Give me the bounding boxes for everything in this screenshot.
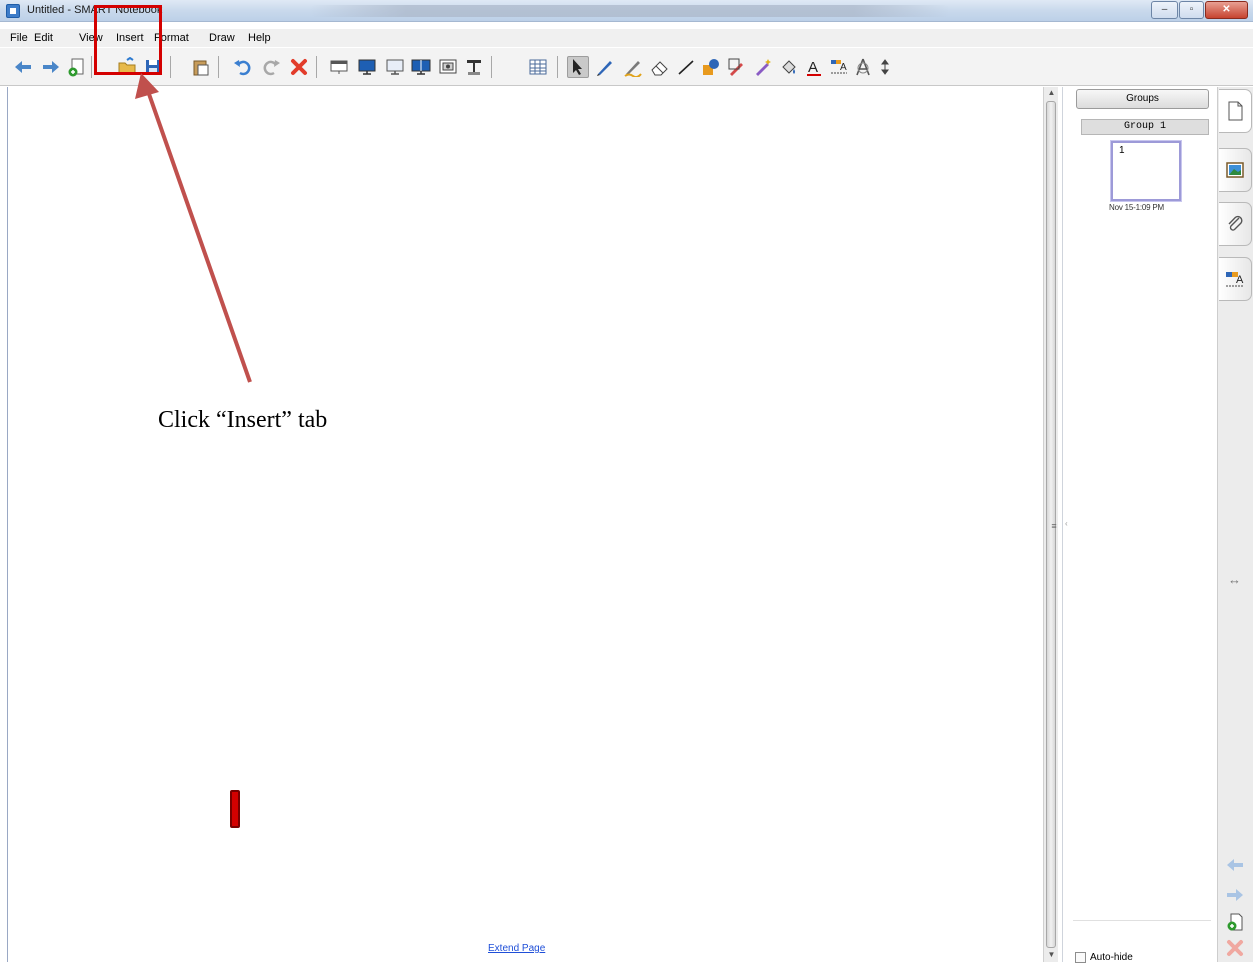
add-page-icon[interactable]	[66, 56, 88, 78]
delete-icon[interactable]	[288, 56, 310, 78]
insert-tab-highlight-box	[94, 5, 162, 75]
redo-icon[interactable]	[260, 56, 282, 78]
magic-pen-icon[interactable]	[726, 56, 748, 78]
screen-capture-icon[interactable]	[437, 56, 459, 78]
gallery-icon[interactable]	[1219, 148, 1252, 192]
text-icon[interactable]: A	[803, 56, 825, 78]
group-header[interactable]: Group 1	[1081, 119, 1209, 135]
svg-text:A: A	[1236, 274, 1244, 286]
close-button[interactable]: ✕	[1205, 1, 1248, 19]
toolbar-separator	[218, 56, 219, 78]
page-timestamp: Nov 15-1:09 PM	[1109, 203, 1165, 212]
dual-page-icon[interactable]	[410, 56, 432, 78]
add-page-side-icon[interactable]	[1224, 911, 1246, 933]
page-number: 1	[1119, 145, 1125, 156]
blurred-title-text	[310, 5, 950, 17]
transparent-background-icon[interactable]	[384, 56, 406, 78]
toolbar-separator	[91, 56, 92, 78]
scroll-thumb[interactable]: ≡	[1046, 101, 1057, 948]
auto-hide-checkbox[interactable]	[1075, 952, 1086, 963]
menu-bar: File Edit View Insert Format Draw Help	[0, 29, 1253, 47]
select-icon[interactable]	[567, 56, 589, 78]
previous-page-icon[interactable]	[1224, 854, 1246, 876]
divider	[1073, 920, 1211, 921]
undo-icon[interactable]	[232, 56, 254, 78]
title-bar: Untitled - SMART Notebook – ▫ ✕	[0, 0, 1253, 22]
minimize-button[interactable]: –	[1151, 1, 1178, 19]
auto-hide-option[interactable]: Auto-hide	[1075, 952, 1133, 963]
svg-text:A: A	[840, 62, 847, 73]
shape-recognition-pen-icon[interactable]	[752, 56, 774, 78]
page-thumbnail[interactable]: 1	[1111, 141, 1181, 201]
creative-pen-icon[interactable]	[622, 56, 644, 78]
groups-button[interactable]: Groups	[1076, 89, 1209, 109]
sidebar-tab-strip: A ↔	[1217, 87, 1253, 962]
notebook-page-canvas[interactable]	[7, 87, 1041, 962]
maximize-button[interactable]: ▫	[1179, 1, 1204, 19]
menu-help[interactable]: Help	[248, 32, 271, 44]
full-screen-icon[interactable]	[356, 56, 378, 78]
menu-draw[interactable]: Draw	[209, 32, 235, 44]
attachments-icon[interactable]	[1219, 202, 1252, 246]
expand-sidebar-icon[interactable]: ↔	[1228, 572, 1241, 587]
delete-page-icon[interactable]	[1224, 937, 1246, 959]
toolbar-separator	[170, 56, 171, 78]
properties-icon[interactable]: A	[828, 56, 850, 78]
measurement-tools-icon[interactable]	[852, 56, 874, 78]
fill-icon[interactable]	[778, 56, 800, 78]
menu-file[interactable]: File	[10, 32, 28, 44]
line-icon[interactable]	[675, 56, 697, 78]
pen-icon[interactable]	[594, 56, 616, 78]
shape-icon[interactable]	[700, 56, 722, 78]
move-toolbar-icon[interactable]	[874, 56, 896, 78]
scroll-down-icon[interactable]: ▼	[1047, 951, 1056, 959]
page-sorter-panel: Groups Group 1 1 Nov 15-1:09 PM ‹ Auto-h…	[1062, 87, 1216, 963]
grip-icon: ≡	[1051, 521, 1057, 531]
extend-page-link[interactable]: Extend Page	[488, 943, 545, 954]
table-icon[interactable]	[527, 56, 549, 78]
screen-shade-icon[interactable]	[328, 56, 350, 78]
paste-icon[interactable]	[190, 56, 212, 78]
auto-hide-label: Auto-hide	[1090, 952, 1133, 963]
toolbar-separator	[491, 56, 492, 78]
svg-text:A: A	[808, 59, 818, 76]
forward-arrow-icon[interactable]	[40, 56, 62, 78]
eraser-icon[interactable]	[649, 56, 671, 78]
document-camera-icon[interactable]	[463, 56, 485, 78]
page-sorter-icon[interactable]	[1219, 89, 1252, 133]
toolbar-separator	[557, 56, 558, 78]
next-page-icon[interactable]	[1224, 884, 1246, 906]
instruction-text: Click “Insert” tab	[158, 407, 328, 433]
red-marker-icon	[230, 790, 240, 828]
vertical-scrollbar[interactable]: ▲ ≡ ▼	[1043, 87, 1058, 962]
resize-handle-icon[interactable]: ‹	[1065, 519, 1068, 528]
scroll-up-icon[interactable]: ▲	[1047, 89, 1056, 97]
back-arrow-icon[interactable]	[12, 56, 34, 78]
menu-edit[interactable]: Edit	[34, 32, 53, 44]
properties-tab-icon[interactable]: A	[1219, 257, 1252, 301]
toolbar: A A	[0, 48, 1253, 86]
toolbar-separator	[316, 56, 317, 78]
smart-notebook-app-icon	[6, 4, 20, 18]
